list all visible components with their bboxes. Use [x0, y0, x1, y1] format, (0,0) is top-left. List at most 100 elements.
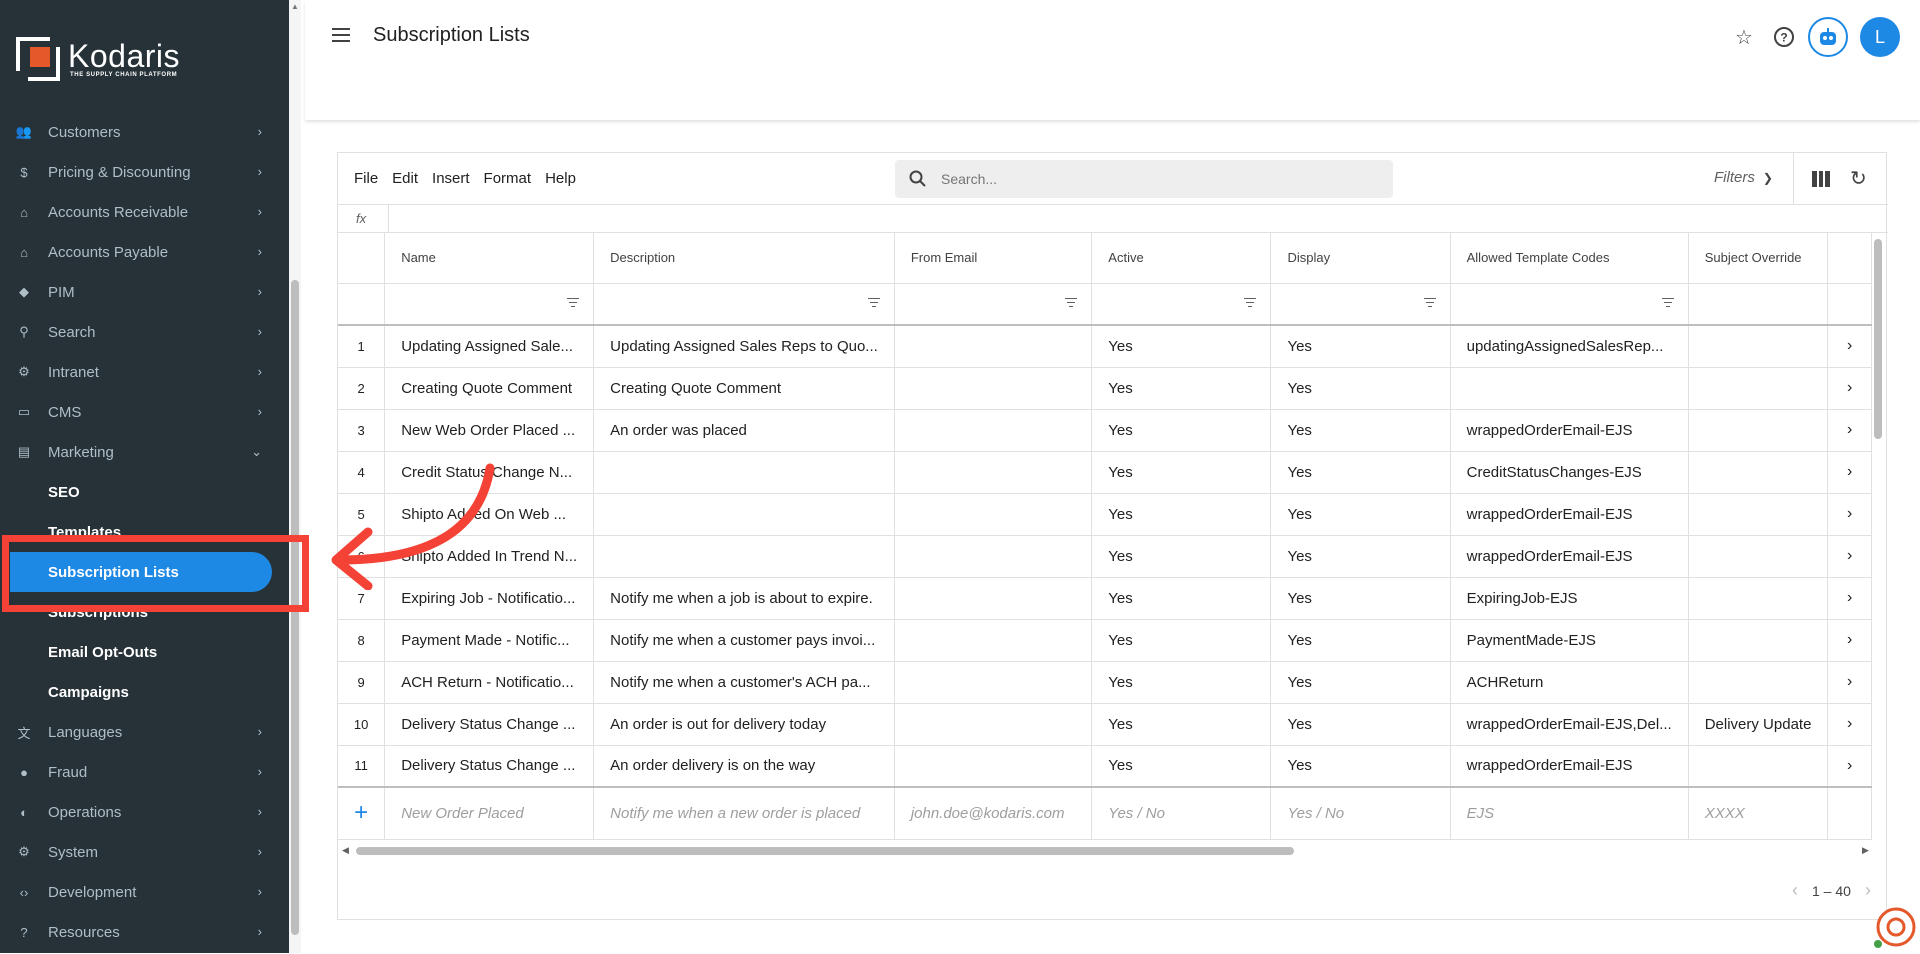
table-cell[interactable]: Yes	[1270, 493, 1451, 536]
table-cell[interactable]: Yes	[1091, 325, 1272, 368]
row-expand-icon[interactable]: ›	[1827, 619, 1872, 662]
table-cell[interactable]	[894, 745, 1093, 788]
sidebar-subitem-seo[interactable]: SEO	[0, 472, 280, 512]
chat-icon[interactable]	[1872, 905, 1916, 949]
table-cell[interactable]: Delivery Update	[1688, 703, 1829, 746]
table-cell[interactable]: Yes	[1270, 451, 1451, 494]
table-cell[interactable]	[894, 409, 1093, 452]
menu-file[interactable]: File	[354, 170, 378, 187]
table-cell[interactable]: Notify me when a job is about to expire.	[593, 577, 895, 620]
table-cell[interactable]: Yes	[1270, 577, 1451, 620]
table-cell[interactable]	[894, 451, 1093, 494]
table-cell[interactable]: Yes	[1270, 325, 1451, 368]
table-cell[interactable]: updatingAssignedSalesRep...	[1450, 325, 1689, 368]
star-icon[interactable]: ☆	[1728, 21, 1760, 53]
table-cell[interactable]	[894, 577, 1093, 620]
table-cell[interactable]	[894, 703, 1093, 746]
table-cell[interactable]: An order was placed	[593, 409, 895, 452]
table-cell[interactable]: Yes	[1091, 451, 1272, 494]
table-cell[interactable]: Updating Assigned Sale...	[384, 325, 595, 368]
sidebar-item-pim[interactable]: ◆ PIM ›	[0, 272, 280, 312]
filter-icon[interactable]	[1244, 297, 1257, 308]
table-cell[interactable]: New Web Order Placed ...	[384, 409, 595, 452]
table-cell[interactable]: Yes	[1091, 535, 1272, 578]
table-cell[interactable]	[1688, 325, 1829, 368]
table-row[interactable]: 7 Expiring Job - Notificatio... Notify me …	[338, 577, 1872, 620]
table-cell[interactable]	[1688, 409, 1829, 452]
sidebar-item-development[interactable]: ‹› Development ›	[0, 872, 280, 912]
table-cell[interactable]	[894, 325, 1093, 368]
menu-edit[interactable]: Edit	[392, 170, 418, 187]
grid-vertical-scrollbar[interactable]	[1874, 239, 1882, 439]
filter-icon[interactable]	[1065, 297, 1078, 308]
menu-insert[interactable]: Insert	[432, 170, 470, 187]
sidebar-subitem-email-opt-outs[interactable]: Email Opt-Outs	[0, 632, 280, 672]
row-expand-icon[interactable]: ›	[1827, 661, 1872, 704]
column-header[interactable]: Active	[1091, 233, 1272, 284]
assistant-bot-icon[interactable]	[1808, 17, 1848, 57]
filters-dropdown[interactable]: Filters ❯	[1714, 169, 1773, 186]
help-icon[interactable]: ?	[1768, 21, 1800, 53]
filter-icon[interactable]	[1661, 297, 1674, 308]
table-cell[interactable]	[894, 619, 1093, 662]
new-row-name-placeholder[interactable]: New Order Placed	[384, 786, 595, 840]
table-cell[interactable]: Yes	[1270, 619, 1451, 662]
row-expand-icon[interactable]: ›	[1827, 409, 1872, 452]
table-cell[interactable]: wrappedOrderEmail-EJS	[1450, 409, 1689, 452]
sidebar-item-fraud[interactable]: ● Fraud ›	[0, 752, 280, 792]
filter-icon[interactable]	[867, 297, 880, 308]
table-row[interactable]: 4 Credit Status Change N... Yes Yes CreditSt…	[338, 451, 1872, 494]
table-cell[interactable]: ACH Return - Notificatio...	[384, 661, 595, 704]
table-cell[interactable]: Payment Made - Notific...	[384, 619, 595, 662]
table-cell[interactable]	[894, 367, 1093, 410]
sidebar-item-intranet[interactable]: ⚙ Intranet ›	[0, 352, 280, 392]
sidebar-item-accounts-payable[interactable]: ⌂ Accounts Payable ›	[0, 232, 280, 272]
add-icon[interactable]: +	[354, 799, 368, 826]
table-cell[interactable]	[1688, 535, 1829, 578]
add-row-cell[interactable]: +	[338, 786, 386, 840]
table-cell[interactable]: CreditStatusChanges-EJS	[1450, 451, 1689, 494]
sidebar-item-search[interactable]: ⚲ Search ›	[0, 312, 280, 352]
columns-icon[interactable]	[1812, 171, 1831, 187]
sidebar-item-cms[interactable]: ▭ CMS ›	[0, 392, 280, 432]
new-row-template-codes-placeholder[interactable]: EJS	[1450, 786, 1689, 840]
user-avatar[interactable]: L	[1860, 17, 1900, 57]
sidebar-subitem-campaigns[interactable]: Campaigns	[0, 672, 280, 712]
table-row[interactable]: 8 Payment Made - Notific... Notify me when…	[338, 619, 1872, 662]
table-cell[interactable]: Yes	[1091, 619, 1272, 662]
row-expand-icon[interactable]: ›	[1827, 577, 1872, 620]
table-cell[interactable]: Yes	[1091, 703, 1272, 746]
filter-icon[interactable]	[567, 297, 580, 308]
grid-horizontal-scrollbar[interactable]	[356, 847, 1294, 855]
table-cell[interactable]: Creating Quote Comment	[384, 367, 595, 410]
sidebar-item-customers[interactable]: 👥 Customers ›	[0, 112, 280, 152]
new-row-subject-placeholder[interactable]: XXXX	[1688, 786, 1829, 840]
table-cell[interactable]	[1688, 661, 1829, 704]
table-cell[interactable]: Yes	[1091, 493, 1272, 536]
table-cell[interactable]: Yes	[1270, 661, 1451, 704]
table-cell[interactable]: Creating Quote Comment	[593, 367, 895, 410]
prev-page-icon[interactable]: ‹	[1792, 880, 1798, 901]
row-expand-icon[interactable]: ›	[1827, 535, 1872, 578]
table-cell[interactable]: Yes	[1270, 409, 1451, 452]
sidebar-item-resources[interactable]: ? Resources ›	[0, 912, 280, 952]
row-expand-icon[interactable]: ›	[1827, 325, 1872, 368]
table-row[interactable]: 2 Creating Quote Comment Creating Quote Co…	[338, 367, 1872, 410]
table-cell[interactable]	[1688, 577, 1829, 620]
menu-format[interactable]: Format	[484, 170, 532, 187]
column-header[interactable]: Name	[384, 233, 595, 284]
table-cell[interactable]: Yes	[1091, 745, 1272, 788]
table-row[interactable]: 3 New Web Order Placed ... An order was pl…	[338, 409, 1872, 452]
row-expand-icon[interactable]: ›	[1827, 745, 1872, 788]
table-cell[interactable]	[894, 535, 1093, 578]
table-row[interactable]: 9 ACH Return - Notificatio... Notify me wh…	[338, 661, 1872, 704]
row-expand-icon[interactable]: ›	[1827, 367, 1872, 410]
table-cell[interactable]: ACHReturn	[1450, 661, 1689, 704]
table-cell[interactable]	[593, 493, 895, 536]
sidebar-scroll-up-icon[interactable]: ▲	[289, 2, 301, 11]
table-cell[interactable]	[593, 535, 895, 578]
table-cell[interactable]: Updating Assigned Sales Reps to Quo...	[593, 325, 895, 368]
table-cell[interactable]: wrappedOrderEmail-EJS	[1450, 535, 1689, 578]
table-row[interactable]: 1 Updating Assigned Sale... Updating Assig…	[338, 325, 1872, 368]
table-cell[interactable]: An order is out for delivery today	[593, 703, 895, 746]
